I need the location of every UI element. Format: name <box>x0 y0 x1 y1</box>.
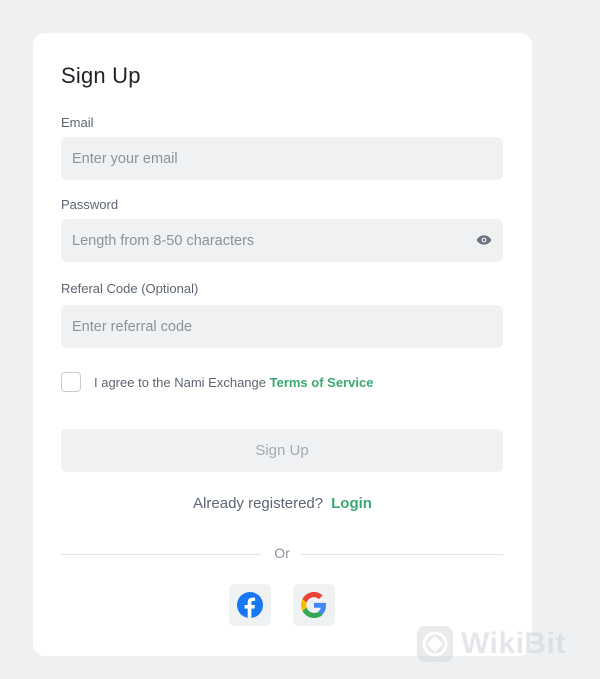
facebook-login-button[interactable] <box>229 584 271 626</box>
login-prompt-text: Already registered? <box>193 495 324 512</box>
terms-of-service-link[interactable]: Terms of Service <box>270 375 374 390</box>
terms-checkbox[interactable] <box>61 372 81 392</box>
or-divider: Or <box>61 545 503 563</box>
divider-line-right <box>301 554 503 555</box>
terms-agreement-row: I agree to the Nami Exchange Terms of Se… <box>61 370 373 394</box>
password-field-wrapper <box>61 219 503 262</box>
email-input[interactable] <box>61 137 503 180</box>
signup-card: Sign Up Email Password Referal Code (Opt… <box>33 33 532 656</box>
terms-agreement-text: I agree to the Nami Exchange Terms of Se… <box>94 375 373 390</box>
sign-up-button[interactable]: Sign Up <box>61 429 503 472</box>
login-prompt-row: Already registered? Login <box>33 495 532 512</box>
email-label: Email <box>61 115 94 130</box>
login-link[interactable]: Login <box>331 495 372 512</box>
referral-label: Referal Code (Optional) <box>61 281 199 296</box>
facebook-icon <box>237 592 263 618</box>
wikibit-watermark: WikiBit <box>415 620 595 668</box>
or-divider-label: Or <box>274 545 290 561</box>
password-input[interactable] <box>61 219 503 262</box>
page-title: Sign Up <box>61 63 141 88</box>
password-label: Password <box>61 197 119 212</box>
watermark-text: WikiBit <box>461 627 566 660</box>
eye-icon[interactable] <box>476 233 492 247</box>
referral-field-wrapper <box>61 305 503 348</box>
wikibit-logo-icon <box>417 626 453 662</box>
referral-code-input[interactable] <box>61 305 503 348</box>
email-field-wrapper <box>61 137 503 180</box>
terms-prefix-text: I agree to the Nami Exchange <box>94 374 270 390</box>
google-icon <box>301 592 326 618</box>
google-login-button[interactable] <box>293 584 335 626</box>
